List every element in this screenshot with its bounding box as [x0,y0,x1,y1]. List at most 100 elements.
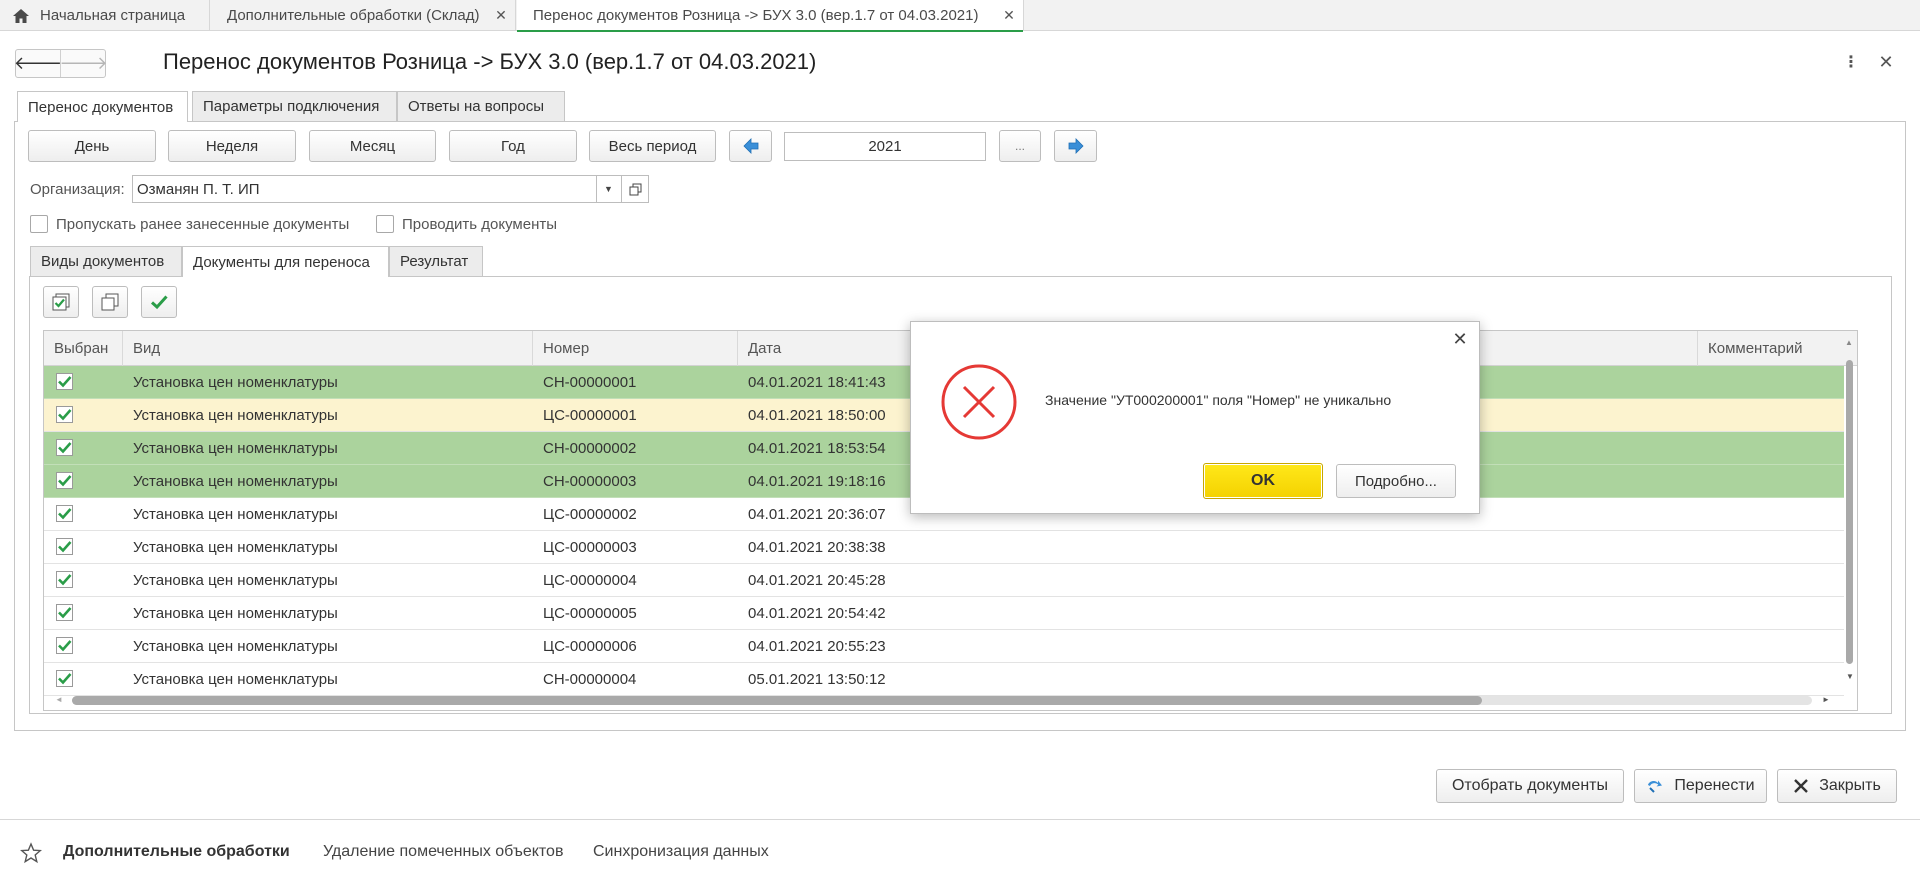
row-checkbox[interactable] [56,472,73,489]
tab-document-types[interactable]: Виды документов [30,246,182,276]
arrow-left-icon [742,138,758,154]
select-period-button[interactable]: ... [999,130,1041,162]
column-header-type[interactable]: Вид [123,331,533,366]
check-icon [58,376,72,388]
forward-arrow-icon[interactable]: 🡒 [59,50,107,77]
table-row[interactable]: Установка цен номенклатуры ЦС-00000004 04.… [44,564,1844,597]
tab-label: Параметры подключения [203,98,380,115]
row-checkbox[interactable] [56,439,73,456]
vertical-scroll-thumb[interactable] [1846,360,1853,664]
error-icon [941,364,1017,440]
select-documents-button[interactable]: Отобрать документы [1436,769,1624,803]
skip-existing-checkbox[interactable] [30,215,48,233]
mark-button[interactable] [141,286,177,318]
cell-date: 05.01.2021 13:50:12 [748,671,886,688]
table-row[interactable]: Установка цен номенклатуры СН-00000004 05.… [44,663,1844,696]
table-row[interactable]: Установка цен номенклатуры ЦС-00000006 04.… [44,630,1844,663]
tab-result[interactable]: Результат [389,246,483,276]
back-arrow-icon[interactable]: 🡐 [14,50,62,77]
week-button[interactable]: Неделя [168,130,296,162]
dialog-close-icon[interactable]: ✕ [1451,330,1469,348]
check-icon [58,640,72,652]
cell-type: Установка цен номенклатуры [133,407,338,424]
row-checkbox[interactable] [56,406,73,423]
top-tab-additional-processing[interactable]: Дополнительные обработки (Склад) ✕ [211,0,516,31]
row-checkbox[interactable] [56,670,73,687]
transfer-button[interactable]: Перенести [1634,769,1767,803]
next-period-button[interactable] [1054,130,1097,162]
cell-comment [1698,366,1708,399]
cell-type: Установка цен номенклатуры [133,374,338,391]
tab-connection-params[interactable]: Параметры подключения [192,91,397,121]
transfer-label: Перенести [1674,777,1755,794]
footer-link-additional-processing[interactable]: Дополнительные обработки [63,843,290,861]
year-field[interactable]: 2021 [784,132,986,161]
check-icon [150,295,168,310]
horizontal-scroll-thumb[interactable] [72,696,1482,705]
close-form-icon[interactable]: ✕ [1877,52,1895,72]
uncheck-all-button[interactable] [92,286,128,318]
year-button[interactable]: Год [449,130,577,162]
row-checkbox[interactable] [56,505,73,522]
skip-existing-option[interactable]: Пропускать ранее занесенные документы [30,215,349,233]
cell-date: 04.01.2021 20:36:07 [748,506,886,523]
column-header-selected[interactable]: Выбран [44,331,123,366]
star-icon[interactable] [20,842,42,864]
column-header-number[interactable]: Номер [533,331,738,366]
post-documents-checkbox[interactable] [376,215,394,233]
prev-period-button[interactable] [729,130,772,162]
close-tab-icon[interactable]: ✕ [493,7,509,23]
day-button[interactable]: День [28,130,156,162]
home-tab[interactable]: Начальная страница [0,0,210,31]
tab-documents-to-transfer[interactable]: Документы для переноса [182,246,389,277]
cell-comment [1698,597,1708,630]
column-header-comment[interactable]: Комментарий [1698,331,1846,366]
row-checkbox[interactable] [56,373,73,390]
chevron-down-icon[interactable]: ▼ [596,175,622,203]
row-checkbox[interactable] [56,571,73,588]
tab-transfer-documents[interactable]: Перенос документов [17,91,188,122]
skip-existing-label: Пропускать ранее занесенные документы [56,215,350,233]
scroll-right-icon[interactable]: ► [1822,695,1830,704]
scroll-left-icon[interactable]: ◄ [55,695,63,704]
table-row[interactable]: Установка цен номенклатуры ЦС-00000005 04.… [44,597,1844,630]
more-menu-icon[interactable]: ⋮ [1843,53,1859,73]
scroll-up-icon[interactable]: ▲ [1845,338,1853,347]
open-organization-button[interactable] [622,175,649,203]
check-icon [58,541,72,553]
month-button[interactable]: Месяц [309,130,436,162]
check-icon [58,442,72,454]
cell-comment [1698,432,1708,465]
close-tab-icon[interactable]: ✕ [1001,7,1017,23]
all-period-button[interactable]: Весь период [589,130,716,162]
check-icon [58,475,72,487]
tab-faq[interactable]: Ответы на вопросы [397,91,565,121]
cell-type: Установка цен номенклатуры [133,572,338,589]
post-documents-option[interactable]: Проводить документы [376,215,557,233]
cell-comment [1698,498,1708,531]
tab-label: Ответы на вопросы [408,98,545,115]
cell-date: 04.01.2021 20:55:23 [748,638,886,655]
table-row[interactable]: Установка цен номенклатуры ЦС-00000003 04.… [44,531,1844,564]
dialog-message: Значение "УТ000200001" поля "Номер" не у… [1045,392,1392,408]
ok-button[interactable]: OK [1203,463,1323,499]
footer-link-delete-marked[interactable]: Удаление помеченных объектов [323,843,563,861]
close-button[interactable]: Закрыть [1777,769,1897,803]
row-checkbox[interactable] [56,604,73,621]
footer-link-sync-data[interactable]: Синхронизация данных [593,843,769,861]
cell-comment [1698,564,1708,597]
top-tab-transfer-documents[interactable]: Перенос документов Розница -> БУХ 3.0 (в… [517,0,1024,32]
cell-type: Установка цен номенклатуры [133,539,338,556]
scroll-down-icon[interactable]: ▼ [1846,672,1854,681]
details-button[interactable]: Подробно... [1336,464,1456,498]
cell-comment [1698,399,1708,432]
row-checkbox[interactable] [56,637,73,654]
row-checkbox[interactable] [56,538,73,555]
check-all-button[interactable] [43,286,79,318]
error-dialog: ✕ Значение "УТ000200001" поля "Номер" не… [910,321,1480,514]
cell-date: 04.01.2021 19:18:16 [748,473,886,490]
cell-comment [1698,630,1708,663]
cell-date: 04.01.2021 18:41:43 [748,374,886,391]
organization-label: Организация: [30,181,125,198]
organization-field[interactable]: Озманян П. Т. ИП [132,175,597,203]
